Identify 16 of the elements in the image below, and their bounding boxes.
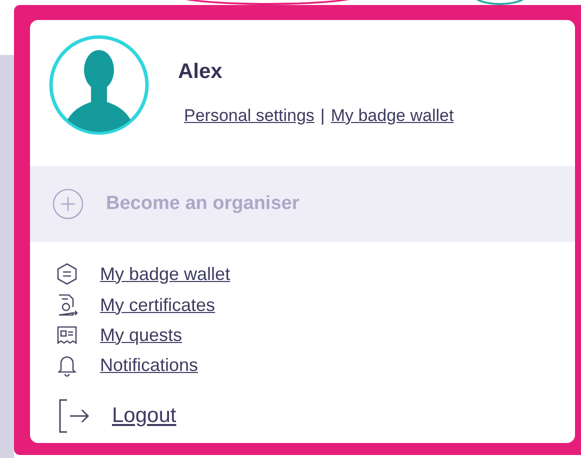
avatar-icon — [48, 34, 150, 136]
ticket-icon — [56, 324, 78, 346]
link-separator: | — [320, 106, 325, 126]
personal-settings-link[interactable]: Personal settings — [184, 106, 314, 126]
badge-wallet-link[interactable]: My badge wallet — [330, 106, 454, 126]
menu-link[interactable]: My quests — [100, 324, 182, 346]
certificate-icon — [56, 293, 78, 317]
organiser-label: Become an organiser — [106, 193, 300, 215]
logout-link[interactable]: Logout — [112, 404, 176, 428]
user-name: Alex — [178, 60, 224, 84]
logout-icon — [58, 399, 90, 433]
menu-link[interactable]: Notifications — [100, 354, 198, 376]
plus-icon — [52, 188, 84, 220]
menu-link[interactable]: My certificates — [100, 294, 216, 316]
badge-icon — [56, 262, 78, 286]
menu-link[interactable]: My badge wallet — [100, 264, 230, 284]
